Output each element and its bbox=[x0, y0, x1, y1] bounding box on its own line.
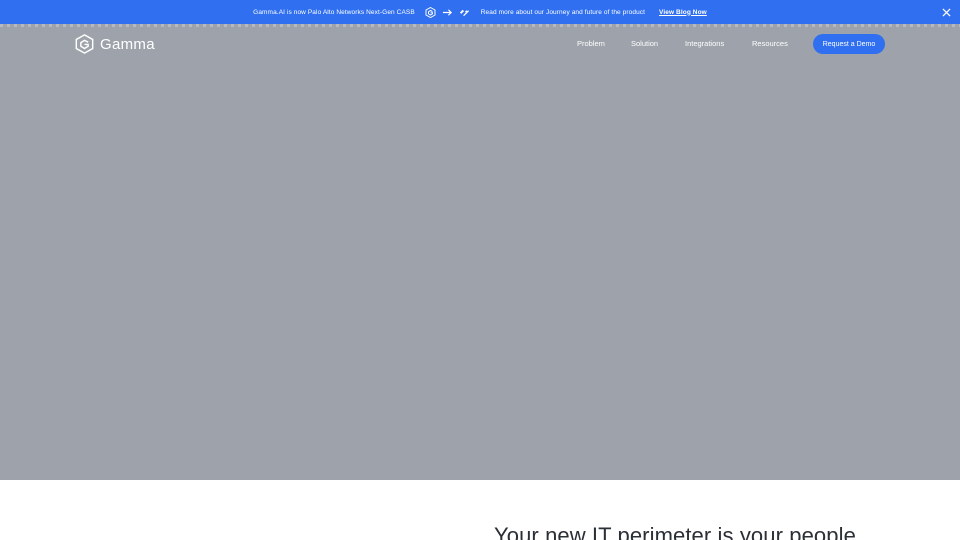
perimeter-section: Your new IT perimeter is your people bbox=[0, 480, 960, 540]
palo-alto-logo-icon bbox=[459, 6, 471, 18]
nav-item-resources[interactable]: Resources bbox=[752, 39, 788, 48]
gamma-logo-icon bbox=[425, 6, 437, 18]
announcement-text: Gamma.AI is now Palo Alto Networks Next-… bbox=[253, 8, 415, 16]
request-demo-button[interactable]: Request a Demo bbox=[813, 34, 885, 54]
arrow-right-icon bbox=[442, 6, 454, 18]
view-blog-link[interactable]: View Blog Now bbox=[659, 9, 707, 16]
announcement-content: Gamma.AI is now Palo Alto Networks Next-… bbox=[253, 6, 707, 18]
close-icon[interactable] bbox=[940, 6, 952, 18]
hero-section bbox=[0, 24, 960, 480]
announcement-read-more: Read more about our Journey and future o… bbox=[480, 8, 646, 16]
nav-item-solution[interactable]: Solution bbox=[631, 39, 658, 48]
nav-item-integrations[interactable]: Integrations bbox=[685, 39, 724, 48]
announcement-bar: Gamma.AI is now Palo Alto Networks Next-… bbox=[0, 0, 960, 24]
main-nav: Gamma Problem Solution Integrations Reso… bbox=[0, 24, 960, 64]
section-headline: Your new IT perimeter is your people bbox=[494, 523, 856, 540]
page: Gamma.AI is now Palo Alto Networks Next-… bbox=[0, 0, 960, 540]
nav-item-problem[interactable]: Problem bbox=[577, 39, 605, 48]
